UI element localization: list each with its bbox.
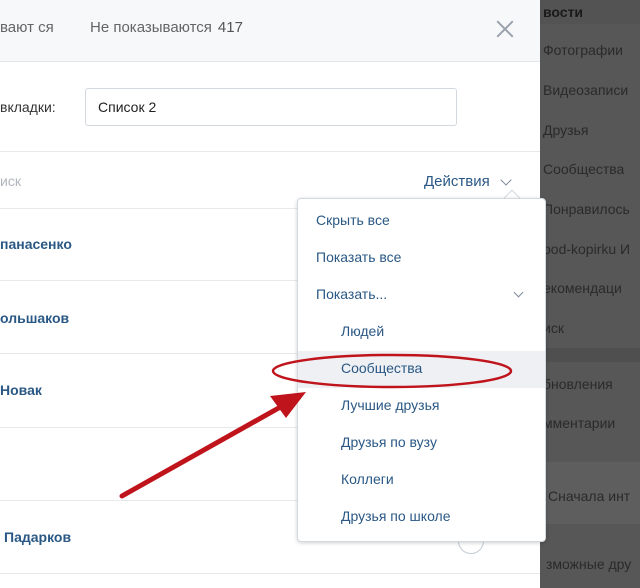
menu-item-label: Друзья по школе <box>341 508 451 524</box>
menu-item-communities[interactable]: Сообщества <box>298 351 545 388</box>
chevron-down-icon[interactable] <box>500 174 512 186</box>
sidebar-item-search: иск <box>543 320 564 336</box>
sidebar-header-label: вости <box>543 4 584 20</box>
tab-hidden[interactable]: Не показываются 417 <box>90 19 243 36</box>
menu-item-university-friends[interactable]: Друзья по вузу <box>298 425 545 462</box>
menu-item-colleagues[interactable]: Коллеги <box>298 462 545 499</box>
menu-item-label: Друзья по вузу <box>341 434 437 450</box>
sidebar-item-comments: мментарии <box>543 415 616 431</box>
sidebar-item-friends: Друзья <box>543 122 589 138</box>
search-input[interactable]: иск <box>0 173 21 189</box>
sidebar-sort-box: Сначала инт <box>540 462 640 524</box>
menu-item-label: Лучшие друзья <box>341 397 440 413</box>
menu-item-label: Сообщества <box>341 360 423 376</box>
sidebar-divider <box>540 348 640 362</box>
menu-item-best-friends[interactable]: Лучшие друзья <box>298 388 545 425</box>
menu-item-show-all[interactable]: Показать все <box>298 240 545 277</box>
menu-item-label: Скрыть все <box>316 212 390 228</box>
menu-item-label: Показать... <box>316 286 388 302</box>
tab-name-input[interactable] <box>85 88 457 126</box>
menu-item-show[interactable]: Показать... <box>298 277 545 314</box>
modal-tabs: вают ся Не показываются 417 <box>0 0 540 62</box>
menu-item-label: Людей <box>341 323 385 339</box>
sidebar-item-videos: Видеозаписи <box>543 82 629 98</box>
menu-item-school-friends[interactable]: Друзья по школе <box>298 499 545 536</box>
menu-item-label: Показать все <box>316 249 402 265</box>
sidebar-header: вости <box>540 0 640 24</box>
chevron-down-icon <box>513 287 524 298</box>
sidebar-item-group: ood-kopirku И <box>543 241 631 257</box>
actions-button[interactable]: Действия <box>424 173 490 190</box>
tab-name-label: вкладки: <box>0 99 56 115</box>
menu-item-label: Коллеги <box>341 471 394 487</box>
sidebar-item-updates: бновления <box>543 376 613 392</box>
tab-hidden-label: Не показываются <box>90 19 212 36</box>
sidebar-item-possible-friends: зможные дру <box>546 556 632 572</box>
sidebar-item-liked: Понравилось <box>543 201 630 217</box>
friend-name[interactable]: Падарков <box>4 529 71 545</box>
sidebar-item-photos: Фотографии <box>543 42 624 58</box>
friend-name[interactable]: панасенко <box>0 236 72 252</box>
friend-name[interactable]: Новак <box>0 382 42 398</box>
menu-item-hide-all[interactable]: Скрыть все <box>298 203 545 240</box>
sidebar-item-communities: Сообщества <box>543 161 625 177</box>
sidebar-item-recommendations: екомендаци <box>543 280 622 296</box>
background-sidebar: вости Фотографии Видеозаписи Друзья Сооб… <box>540 0 640 588</box>
menu-item-people[interactable]: Людей <box>298 314 545 351</box>
sidebar-sort-label: Сначала инт <box>548 488 631 504</box>
close-icon[interactable] <box>496 20 514 38</box>
tab-shown[interactable]: вают ся <box>0 19 54 36</box>
actions-dropdown: Скрыть все Показать все Показать... Люде… <box>297 198 546 542</box>
friend-name[interactable]: ольшаков <box>0 310 69 326</box>
tab-hidden-count: 417 <box>217 19 243 36</box>
tab-name-row: вкладки: <box>0 62 540 152</box>
